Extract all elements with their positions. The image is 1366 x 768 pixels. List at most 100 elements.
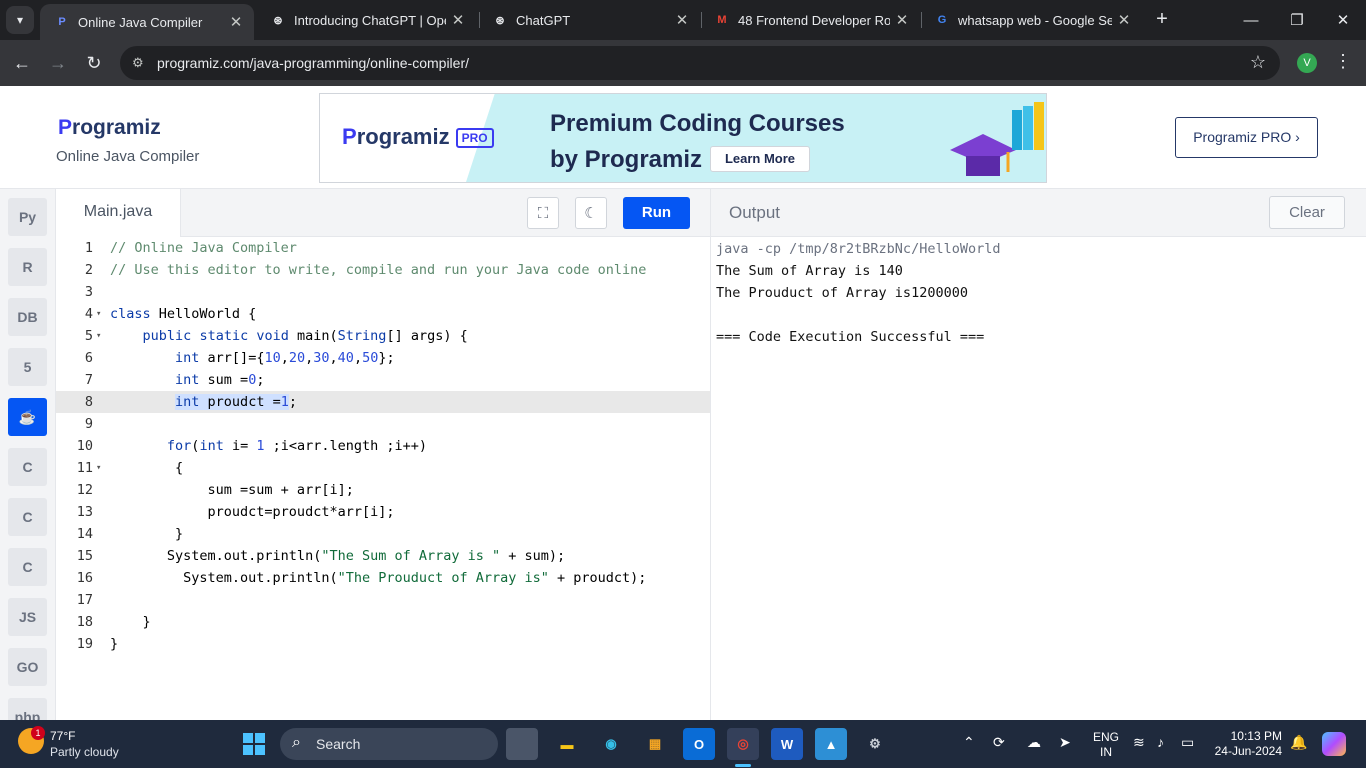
promo-banner[interactable]: Programiz PRO Premium Coding Courses by P…: [319, 93, 1047, 183]
code-text: int proudct =1;: [175, 394, 297, 410]
javascript-icon[interactable]: JS: [8, 598, 47, 636]
telegram-icon[interactable]: ➤: [1059, 734, 1071, 751]
restore-button[interactable]: ❐: [1274, 0, 1320, 40]
output-console[interactable]: java -cp /tmp/8r2tBRzbNc/HelloWorld The S…: [710, 237, 1366, 720]
search-label: Search: [316, 736, 361, 752]
line-number: 17: [76, 592, 93, 608]
run-button[interactable]: Run: [623, 197, 690, 229]
code-line[interactable]: 12 sum =sum + arr[i];: [56, 479, 710, 501]
code-editor[interactable]: 1 // Online Java Compiler 2 // Use this edi…: [56, 237, 710, 720]
back-button[interactable]: ←: [7, 48, 37, 78]
tab-frontend-developer-roles[interactable]: M 48 Frontend Developer Roles ✕: [700, 0, 920, 40]
address-bar[interactable]: ⚙ programiz.com/java-programming/online-…: [120, 46, 1280, 80]
bookmark-star-icon[interactable]: ☆: [1250, 52, 1266, 73]
code-line[interactable]: 18 }: [56, 611, 710, 633]
code-line[interactable]: 8 int proudct =1;: [56, 391, 710, 413]
windows-start-icon[interactable]: [243, 733, 265, 755]
fold-arrow-icon[interactable]: ▾: [96, 303, 101, 325]
system-clock[interactable]: 10:13 PM 24-Jun-2024: [1212, 729, 1282, 759]
code-line[interactable]: 15 System.out.println("The Sum of Array …: [56, 545, 710, 567]
volume-icon[interactable]: ♪: [1157, 734, 1164, 750]
code-line[interactable]: 7 int sum =0;: [56, 369, 710, 391]
code-line[interactable]: 10 for(int i= 1 ;i<arr.length ;i++): [56, 435, 710, 457]
chrome-icon[interactable]: ◎: [727, 728, 759, 760]
close-tab-icon[interactable]: ✕: [670, 11, 694, 29]
notification-bell-icon[interactable]: 🔔: [1290, 734, 1307, 751]
fold-arrow-icon[interactable]: ▾: [96, 325, 101, 347]
code-line[interactable]: 11 ▾ {: [56, 457, 710, 479]
php-icon[interactable]: php: [8, 698, 47, 720]
learn-more-button[interactable]: Learn More: [710, 146, 810, 172]
fold-arrow-icon[interactable]: ▾: [96, 457, 101, 479]
edge-icon[interactable]: ◉: [595, 728, 627, 760]
file-explorer-icon[interactable]: ▬: [551, 728, 583, 760]
programiz-pro-button[interactable]: Programiz PRO ›: [1175, 117, 1318, 158]
browser-menu-icon[interactable]: ⋮: [1334, 51, 1352, 72]
code-line[interactable]: 1 // Online Java Compiler: [56, 237, 710, 259]
code-text: class HelloWorld {: [110, 306, 257, 322]
fullscreen-icon[interactable]: ⛶: [527, 197, 559, 229]
programiz-logo[interactable]: Programiz: [58, 116, 161, 140]
close-tab-icon[interactable]: ✕: [446, 11, 470, 29]
html5-icon[interactable]: 5: [8, 348, 47, 386]
tray-chevron-icon[interactable]: ⌃: [963, 734, 975, 751]
code-text: {: [110, 460, 184, 476]
word-icon[interactable]: W: [771, 728, 803, 760]
code-line[interactable]: 19}: [56, 633, 710, 655]
close-window-button[interactable]: ✕: [1320, 0, 1366, 40]
new-tab-button[interactable]: +: [1150, 8, 1174, 32]
code-line[interactable]: 14 }: [56, 523, 710, 545]
code-line[interactable]: 6 int arr[]={10,20,30,40,50};: [56, 347, 710, 369]
dark-mode-icon[interactable]: ☾: [575, 197, 607, 229]
settings-icon[interactable]: ⚙: [859, 728, 891, 760]
java-icon[interactable]: ☕: [8, 398, 47, 436]
clear-button[interactable]: Clear: [1269, 196, 1345, 229]
file-tab-main-java[interactable]: Main.java: [56, 189, 181, 237]
photos-icon[interactable]: ▲: [815, 728, 847, 760]
store-icon[interactable]: ▦: [639, 728, 671, 760]
code-line[interactable]: 13 proudct=proudct*arr[i];: [56, 501, 710, 523]
reload-button[interactable]: ↻: [79, 48, 109, 78]
cpp-icon[interactable]: C: [8, 498, 47, 536]
tab-title: whatsapp web - Google Search: [958, 12, 1112, 28]
database-icon[interactable]: DB: [8, 298, 47, 336]
tab-online-java-compiler[interactable]: P Online Java Compiler ✕: [40, 4, 254, 40]
line-number: 1: [84, 240, 93, 256]
close-tab-icon[interactable]: ✕: [890, 11, 914, 29]
close-tab-icon[interactable]: ✕: [224, 13, 248, 31]
code-line[interactable]: 4 ▾ class HelloWorld {: [56, 303, 710, 325]
weather-badge: 1: [31, 726, 45, 740]
tab-whatsapp-search[interactable]: G whatsapp web - Google Search ✕: [920, 0, 1142, 40]
sync-icon[interactable]: ⟳: [993, 734, 1005, 751]
close-tab-icon[interactable]: ✕: [1112, 11, 1136, 29]
battery-icon[interactable]: ▭: [1181, 734, 1194, 751]
code-line[interactable]: 17: [56, 589, 710, 611]
code-line[interactable]: 3: [56, 281, 710, 303]
code-text: sum =sum + arr[i];: [110, 482, 354, 498]
minimize-button[interactable]: —: [1228, 0, 1274, 40]
wifi-icon[interactable]: ≋: [1133, 734, 1145, 751]
tab-introducing-chatgpt[interactable]: ⊛ Introducing ChatGPT | OpenAI ✕: [256, 0, 476, 40]
code-line[interactable]: 2 // Use this editor to write, compile an…: [56, 259, 710, 281]
python-icon[interactable]: Py: [8, 198, 47, 236]
task-view-icon[interactable]: [506, 728, 538, 760]
r-icon[interactable]: R: [8, 248, 47, 286]
copilot-icon[interactable]: [1322, 732, 1346, 756]
tab-search-button[interactable]: ▾: [6, 6, 34, 34]
go-icon[interactable]: GO: [8, 648, 47, 686]
language-indicator[interactable]: ENG IN: [1093, 730, 1119, 760]
outlook-icon[interactable]: O: [683, 728, 715, 760]
cloud-off-icon[interactable]: ☁: [1027, 734, 1041, 751]
code-line[interactable]: 16 System.out.println("The Prouduct of A…: [56, 567, 710, 589]
code-line[interactable]: 9: [56, 413, 710, 435]
taskbar-search[interactable]: ⌕ Search: [280, 728, 498, 760]
code-text: proudct=proudct*arr[i];: [110, 504, 395, 520]
csharp-icon[interactable]: C: [8, 548, 47, 586]
forward-button[interactable]: →: [43, 48, 73, 78]
output-line: The Sum of Array is 140: [716, 263, 903, 279]
site-info-icon[interactable]: ⚙: [132, 55, 144, 71]
profile-avatar[interactable]: V: [1297, 53, 1317, 73]
code-line[interactable]: 5 ▾ public static void main(String[] args…: [56, 325, 710, 347]
tab-chatgpt[interactable]: ⊛ ChatGPT ✕: [478, 0, 700, 40]
c-icon[interactable]: C: [8, 448, 47, 486]
